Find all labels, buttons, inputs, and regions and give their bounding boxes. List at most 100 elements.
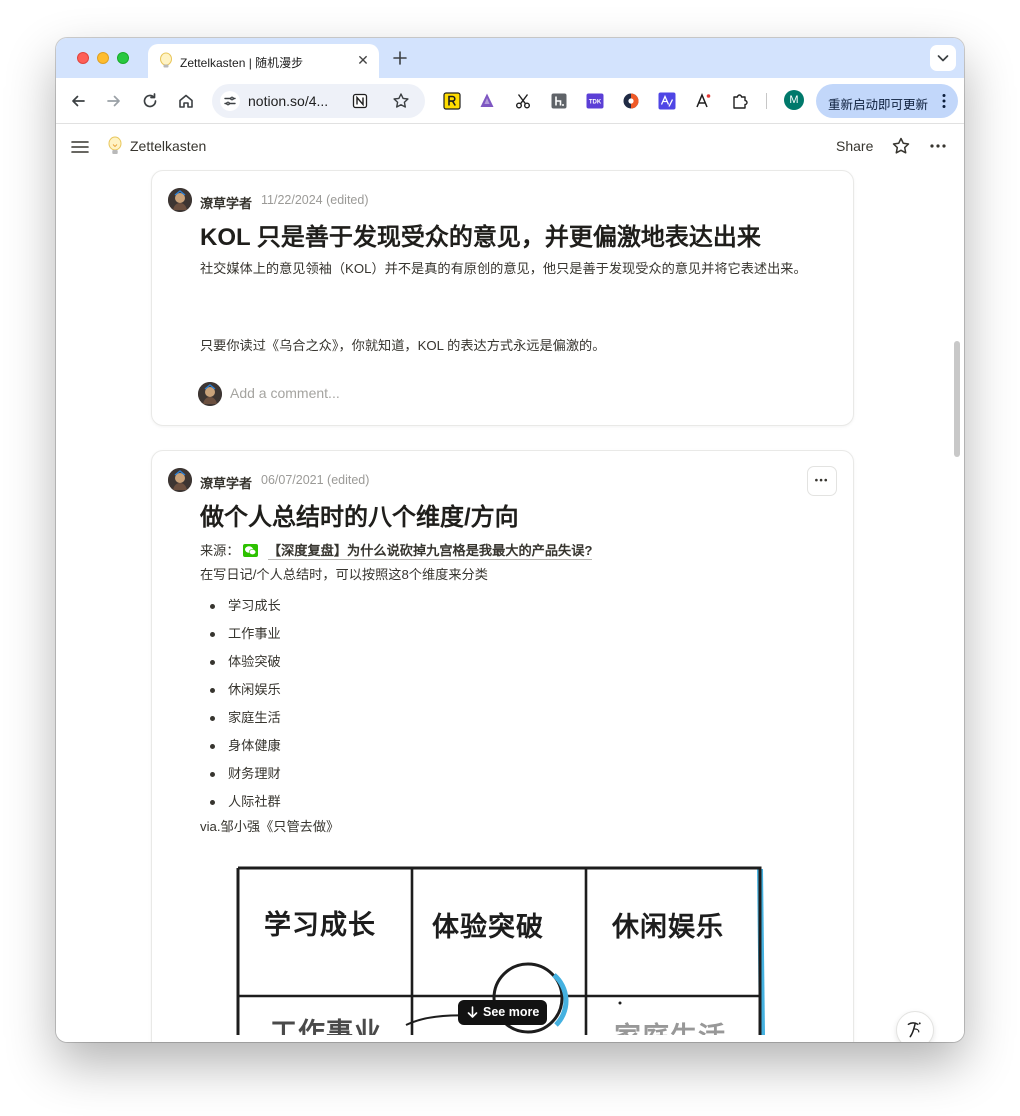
bullet-dot xyxy=(210,744,215,749)
sketch-label: 休闲娱乐 xyxy=(612,912,724,943)
hamburger-menu-icon[interactable] xyxy=(70,137,90,157)
address-bar[interactable]: notion.so/4... xyxy=(212,84,425,118)
chevron-down-icon xyxy=(937,55,949,62)
lightbulb-icon xyxy=(108,136,122,154)
bullet-dot xyxy=(210,772,215,777)
share-button[interactable]: Share xyxy=(836,138,873,154)
more-options-icon[interactable] xyxy=(928,136,948,156)
list-item: 学习成长 xyxy=(200,592,500,620)
paragraph: 社交媒体上的意见领袖（KOL）并不是真的有原创的意见，他只是善于发现受众的意见并… xyxy=(200,261,807,276)
list-item: 工作事业 xyxy=(200,620,500,648)
sketch-label: 学习成长 xyxy=(264,910,376,941)
wechat-icon xyxy=(243,544,259,557)
paragraph: 只要你读过《乌合之众》，你就知道，KOL 的表达方式永远是偏激的。 xyxy=(200,338,606,353)
see-more-button[interactable]: See more xyxy=(458,1000,547,1025)
source-line: 来源： 【深度复盘】为什么说砍掉九宫格是我最大的产品失误? xyxy=(200,540,593,560)
list-item-text: 休闲娱乐 xyxy=(228,682,281,697)
sketch-label: 工作事业 xyxy=(270,1018,382,1035)
see-more-label: See more xyxy=(483,1005,540,1019)
bullet-list: 学习成长 工作事业 体验突破 休闲娱乐 家庭生活 身体健康 财务理财 人际社群 xyxy=(200,592,500,816)
comment-card: 潦草学者 11/22/2024 (edited) KOL 只是善于发现受众的意见… xyxy=(151,170,854,426)
site-settings-icon[interactable] xyxy=(220,91,240,111)
font-extension-icon[interactable] xyxy=(694,92,712,110)
arrow-down-icon xyxy=(467,1006,478,1018)
bullet-dot xyxy=(210,632,215,637)
author-avatar xyxy=(168,188,192,212)
list-item: 家庭生活 xyxy=(200,704,500,732)
half-circle-extension-icon[interactable] xyxy=(622,92,640,110)
minimize-window-button[interactable] xyxy=(97,52,109,64)
author-name[interactable]: 潦草学者 xyxy=(200,473,252,492)
author-avatar xyxy=(168,468,192,492)
translate-extension-icon[interactable] xyxy=(658,92,676,110)
list-item-text: 人际社群 xyxy=(228,794,281,809)
list-item-text: 财务理财 xyxy=(228,766,281,781)
card-title: KOL 只是善于发现受众的意见，并更偏激地表达出来 xyxy=(200,224,761,251)
url-text: notion.so/4... xyxy=(248,93,329,109)
close-tab-icon[interactable]: ✕ xyxy=(355,52,371,68)
browser-window: Zettelkasten | 随机漫步 ✕ notion.so/4... TDK… xyxy=(56,38,964,1042)
more-options-icon xyxy=(815,478,828,482)
sparkle-extension-icon[interactable] xyxy=(478,92,496,110)
close-window-button[interactable] xyxy=(77,52,89,64)
comment-date: 11/22/2024 (edited) xyxy=(261,193,369,207)
sketch-label: 体验突破 xyxy=(432,912,544,943)
notion-app-icon[interactable] xyxy=(352,93,368,109)
favorite-star-icon[interactable] xyxy=(891,136,911,156)
card-title: 做个人总结时的八个维度/方向 xyxy=(200,504,519,531)
comment-date: 06/07/2021 (edited) xyxy=(261,473,370,487)
page-title[interactable]: Zettelkasten xyxy=(130,138,206,154)
bookmark-star-icon[interactable] xyxy=(392,92,410,110)
current-user-avatar xyxy=(198,382,222,406)
list-item-text: 工作事业 xyxy=(228,626,281,641)
page-content: 潦草学者 11/22/2024 (edited) KOL 只是善于发现受众的意见… xyxy=(56,169,964,1042)
source-label: 来源： xyxy=(200,543,240,558)
list-item-text: 体验突破 xyxy=(228,654,281,669)
reload-icon[interactable] xyxy=(140,91,160,111)
bullet-dot xyxy=(210,660,215,665)
update-button-label: 重新启动即可更新 xyxy=(828,98,929,112)
list-item-text: 学习成长 xyxy=(228,598,281,613)
scrollbar-thumb[interactable] xyxy=(954,341,960,457)
sketch-label: 家庭生活 xyxy=(614,1015,726,1035)
card-more-button[interactable] xyxy=(807,466,837,496)
browser-tab-active[interactable]: Zettelkasten | 随机漫步 ✕ xyxy=(148,44,379,78)
svg-text:TDK: TDK xyxy=(589,100,602,106)
tab-title: Zettelkasten | 随机漫步 xyxy=(180,56,304,70)
maximize-window-button[interactable] xyxy=(117,52,129,64)
forward-arrow-icon[interactable] xyxy=(104,91,124,111)
lightbulb-icon xyxy=(160,52,172,68)
reader-extension-icon[interactable] xyxy=(443,92,461,110)
notion-topbar: Zettelkasten Share xyxy=(56,124,964,169)
list-item: 体验突破 xyxy=(200,648,500,676)
notion-ai-button[interactable] xyxy=(896,1011,934,1042)
scissors-extension-icon[interactable] xyxy=(514,92,532,110)
list-item-text: 家庭生活 xyxy=(228,710,281,725)
list-item: 休闲娱乐 xyxy=(200,676,500,704)
tdk-extension-icon[interactable]: TDK xyxy=(586,92,604,110)
via-text: via.邹小强《只管去做》 xyxy=(200,819,340,834)
kebab-menu-icon xyxy=(942,94,946,108)
profile-avatar[interactable]: M xyxy=(784,90,804,110)
list-item: 身体健康 xyxy=(200,732,500,760)
back-arrow-icon[interactable] xyxy=(68,91,88,111)
bullet-dot xyxy=(210,800,215,805)
puzzle-icon[interactable] xyxy=(731,92,749,110)
new-tab-icon[interactable] xyxy=(390,48,410,68)
tab-strip: Zettelkasten | 随机漫步 ✕ xyxy=(56,38,964,78)
comment-card: 潦草学者 06/07/2021 (edited) 做个人总结时的八个维度/方向 … xyxy=(151,450,854,1042)
tab-search-button[interactable] xyxy=(930,45,956,71)
h-extension-icon[interactable] xyxy=(550,92,568,110)
list-item-text: 身体健康 xyxy=(228,738,281,753)
list-item: 财务理财 xyxy=(200,760,500,788)
notion-ai-face-icon xyxy=(907,1022,921,1038)
bullet-dot xyxy=(210,716,215,721)
source-link[interactable]: 【深度复盘】为什么说砍掉九宫格是我最大的产品失误? xyxy=(267,543,593,560)
bullet-dot xyxy=(210,688,215,693)
toolbar-divider xyxy=(766,93,767,109)
relaunch-update-button[interactable]: 重新启动即可更新 xyxy=(816,84,958,118)
browser-toolbar: notion.so/4... TDK M 重新启动即可更新 xyxy=(56,78,964,124)
author-name[interactable]: 潦草学者 xyxy=(200,193,252,212)
add-comment-input[interactable]: Add a comment... xyxy=(230,385,340,401)
home-icon[interactable] xyxy=(176,91,196,111)
